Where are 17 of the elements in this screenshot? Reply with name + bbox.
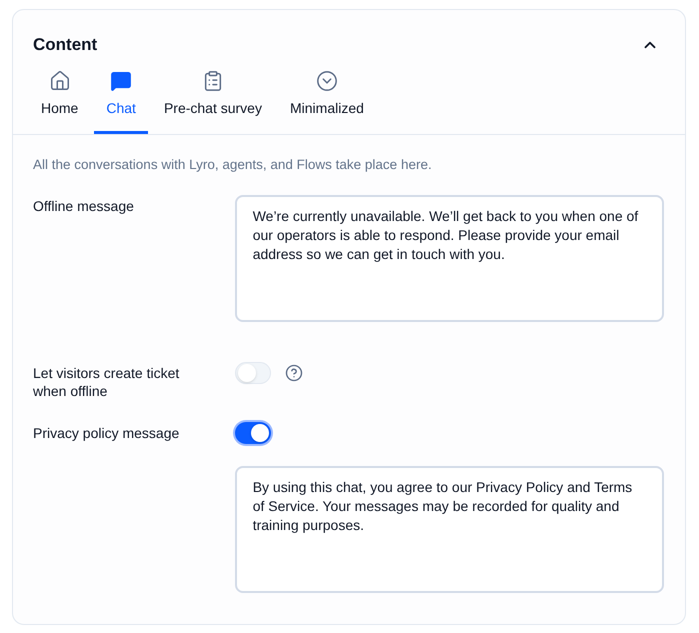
tab[interactable]: Pre-chat survey bbox=[152, 70, 274, 134]
tab[interactable]: Minimalized bbox=[278, 70, 376, 134]
field-label: Privacy policy message bbox=[33, 424, 180, 442]
toggle-switch[interactable] bbox=[235, 422, 271, 444]
house-icon bbox=[48, 70, 71, 92]
tab[interactable]: Chat bbox=[94, 70, 148, 134]
message-field[interactable]: We’re currently unavailable. We’ll get back to you when one of our operators is able to respond. Please provide your email address so we can get in touch with you. bbox=[234, 194, 664, 322]
help-icon[interactable] bbox=[285, 364, 303, 382]
field-label: Offline message bbox=[33, 196, 135, 216]
description-text: All the conversations with Lyro, agents, and Flows take place here. bbox=[33, 156, 433, 174]
tab[interactable]: Home bbox=[29, 70, 90, 134]
chat-bubble-icon bbox=[110, 70, 132, 92]
chevron-circle-icon bbox=[316, 70, 338, 92]
message-field[interactable]: By using this chat, you agree to our Privacy Policy and Terms of Service. Your messages may be recorded for quality and training purposes. bbox=[234, 466, 664, 593]
toggle-switch[interactable] bbox=[235, 362, 271, 384]
field-label: Let visitors create ticket when offline bbox=[33, 364, 180, 400]
panel-title: Content bbox=[33, 34, 98, 56]
